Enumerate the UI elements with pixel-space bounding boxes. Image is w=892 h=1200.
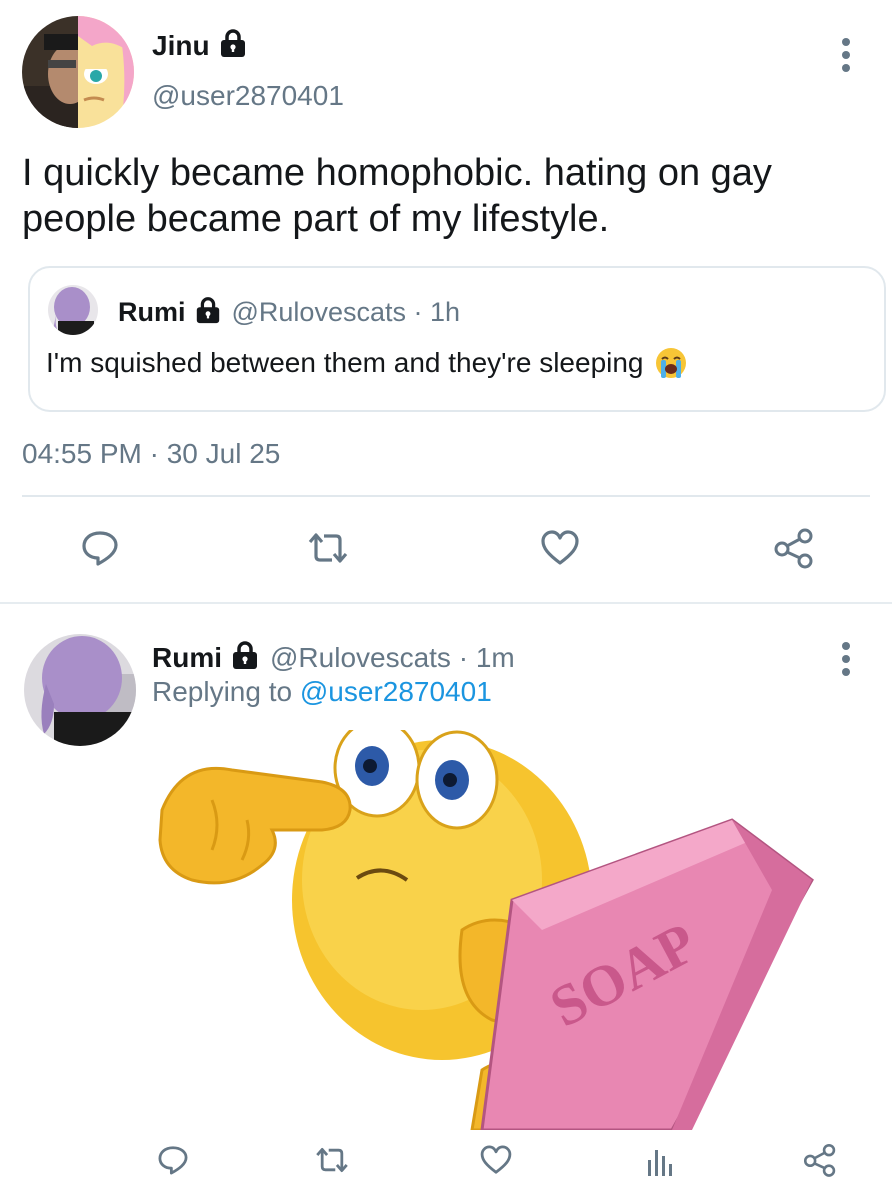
main-name-line: Jinu (152, 28, 248, 63)
user-handle[interactable]: @user2870401 (152, 80, 344, 112)
main-tweet: Jinu @user2870401 I quickly became homop… (0, 0, 892, 600)
main-actions-row (0, 518, 892, 578)
reply-actions-row (0, 1130, 892, 1190)
share-button[interactable] (764, 518, 824, 578)
quoted-user-avatar (48, 285, 98, 335)
analytics-icon (648, 1150, 672, 1176)
retweet-icon (316, 1147, 348, 1173)
like-button[interactable] (466, 1130, 526, 1190)
share-icon (774, 528, 813, 569)
reply-name-line: Rumi @Rulovescats · 1m (152, 640, 515, 675)
retweet-button[interactable] (298, 518, 358, 578)
replying-prefix: Replying to (152, 676, 300, 707)
user-avatar[interactable] (22, 16, 134, 128)
heart-icon (480, 1145, 512, 1174)
reply-media-image[interactable]: SOAP (152, 730, 842, 1130)
reply-icon (82, 531, 118, 566)
lock-icon (218, 28, 248, 63)
reply-display-name[interactable]: Rumi (152, 642, 222, 674)
more-vertical-icon[interactable] (841, 642, 851, 676)
share-button[interactable] (790, 1130, 850, 1190)
reply-button[interactable] (143, 1130, 203, 1190)
tweet-timestamp: 04:55 PM · 30 Jul 25 (22, 438, 281, 469)
quoted-tweet-header: Rumi @Rulovescats · 1h (118, 296, 460, 329)
display-name[interactable]: Jinu (152, 30, 210, 62)
replying-to-line: Replying to @user2870401 (152, 676, 492, 708)
quoted-display-name: Rumi (118, 297, 186, 327)
quoted-tweet-text: I'm squished between them and they're sl… (46, 346, 688, 380)
divider (22, 495, 870, 497)
more-vertical-icon[interactable] (841, 38, 851, 72)
heart-icon (541, 530, 579, 565)
reply-icon (158, 1146, 188, 1175)
tweet-text: I quickly became homophobic. hating on g… (22, 152, 772, 240)
reply-button[interactable] (70, 518, 130, 578)
share-icon (803, 1143, 836, 1177)
lock-icon (230, 640, 260, 675)
loudly-crying-emoji-icon (654, 346, 688, 380)
quoted-tweet-card[interactable] (28, 266, 886, 412)
like-button[interactable] (530, 518, 590, 578)
retweet-button[interactable] (302, 1130, 362, 1190)
analytics-button[interactable] (630, 1130, 690, 1190)
quoted-handle-time: @Rulovescats · 1h (231, 297, 461, 327)
replying-to-mention[interactable]: @user2870401 (300, 676, 492, 707)
quoted-text: I'm squished between them and they're sl… (46, 347, 644, 378)
reply-handle-time[interactable]: @Rulovescats · 1m (270, 642, 515, 674)
tweet-separator (0, 602, 892, 604)
retweet-icon (308, 533, 348, 563)
lock-icon (194, 296, 222, 329)
reply-user-avatar[interactable] (24, 634, 136, 746)
